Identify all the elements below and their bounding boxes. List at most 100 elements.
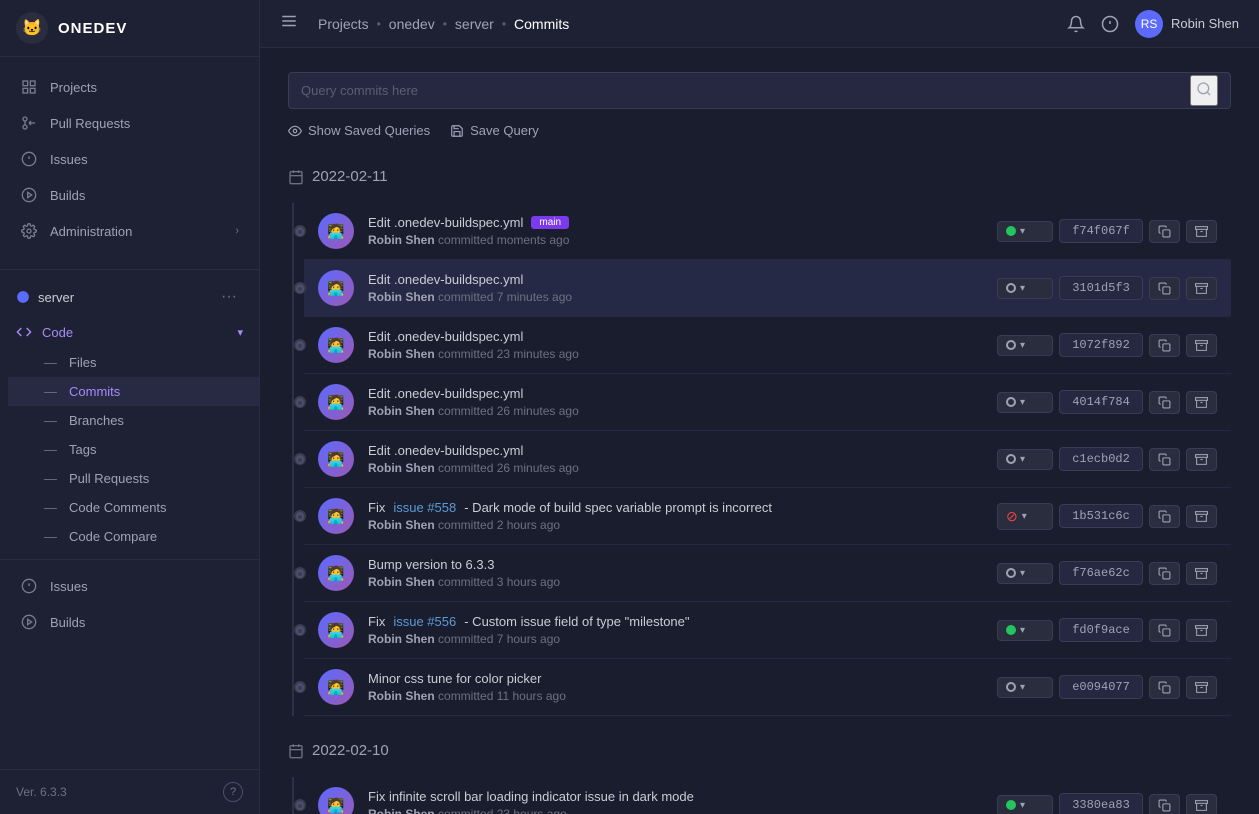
commit-title-text-10[interactable]: Fix infinite scroll bar loading indicato… <box>368 789 694 804</box>
commit-avatar-9: 🧑‍💻 <box>318 669 354 705</box>
commit-status-button-7[interactable]: ▾ <box>997 563 1053 584</box>
commit-avatar-10: 🧑‍💻 <box>318 787 354 814</box>
sidebar-item-pullrequests[interactable]: Pull Requests <box>0 105 259 141</box>
commit-status-button-6[interactable]: ⊘ ▾ <box>997 503 1053 530</box>
commit-author-8: Robin Shen <box>368 632 435 646</box>
commit-archive-button-7[interactable] <box>1186 562 1217 585</box>
commit-title-text-4[interactable]: Edit .onedev-buildspec.yml <box>368 386 523 401</box>
commit-copy-button-10[interactable] <box>1149 794 1180 814</box>
sidebar-item-builds-label: Builds <box>50 188 85 203</box>
sidebar-item-issues-bottom[interactable]: Issues <box>0 568 259 604</box>
commit-archive-button-10[interactable] <box>1186 794 1217 814</box>
commits-list-2: 🧑‍💻 Fix infinite scroll bar loading indi… <box>288 777 1231 814</box>
sidebar-item-builds-bottom[interactable]: Builds <box>0 604 259 640</box>
commit-archive-button-9[interactable] <box>1186 676 1217 699</box>
chevron-icon-9: ▾ <box>1020 682 1025 693</box>
commit-copy-button-1[interactable] <box>1149 220 1180 243</box>
commit-time-10: committed 23 hours ago <box>438 807 567 814</box>
commit-title-text-7[interactable]: Bump version to 6.3.3 <box>368 557 494 572</box>
sidebar-collapse-button[interactable] <box>280 12 298 35</box>
commit-archive-button-2[interactable] <box>1186 277 1217 300</box>
commit-status-button-4[interactable]: ▾ <box>997 392 1053 413</box>
commit-status-button-10[interactable]: ▾ <box>997 795 1053 814</box>
sidebar-item-administration[interactable]: Administration › <box>0 213 259 249</box>
commit-hash-4: 4014f784 <box>1059 390 1143 414</box>
commit-copy-button-9[interactable] <box>1149 676 1180 699</box>
username-label: Robin Shen <box>1171 16 1239 31</box>
sidebar-item-branches[interactable]: — Branches <box>8 406 259 435</box>
breadcrumb-onedev[interactable]: onedev <box>389 16 435 32</box>
commit-avatar-6: 🧑‍💻 <box>318 498 354 534</box>
commit-archive-button-5[interactable] <box>1186 448 1217 471</box>
notifications-button[interactable] <box>1067 15 1085 33</box>
breadcrumb-server[interactable]: server <box>455 16 494 32</box>
save-query-button[interactable]: Save Query <box>450 123 539 138</box>
commit-issue-link-6[interactable]: issue #558 <box>393 500 456 515</box>
sidebar-item-issues[interactable]: Issues <box>0 141 259 177</box>
sidebar-item-builds[interactable]: Builds <box>0 177 259 213</box>
commit-time-7: committed 3 hours ago <box>438 575 560 589</box>
commit-title-5: Edit .onedev-buildspec.yml <box>368 443 983 458</box>
breadcrumb-projects[interactable]: Projects <box>318 16 369 32</box>
commit-title-text-9[interactable]: Minor css tune for color picker <box>368 671 541 686</box>
help-icon[interactable]: ? <box>223 782 243 802</box>
sidebar: 🐱 ONEDEV Projects Pull Requests <box>0 0 260 814</box>
commit-avatar-3: 🧑‍💻 <box>318 327 354 363</box>
commit-title-text-1[interactable]: Edit .onedev-buildspec.yml <box>368 215 523 230</box>
commit-info-2: Edit .onedev-buildspec.yml Robin Shen co… <box>368 272 983 304</box>
search-input[interactable] <box>301 73 1190 108</box>
commit-status-button-9[interactable]: ▾ <box>997 677 1053 698</box>
sidebar-item-pullrequests-label: Pull Requests <box>50 116 130 131</box>
commit-info-3: Edit .onedev-buildspec.yml Robin Shen co… <box>368 329 983 361</box>
sidebar-branches-label: Branches <box>69 413 124 428</box>
status-indicator-5 <box>1006 454 1016 464</box>
chevron-down-icon-2: ▾ <box>1020 283 1025 294</box>
sidebar-item-projects[interactable]: Projects <box>0 69 259 105</box>
commit-copy-button-3[interactable] <box>1149 334 1180 357</box>
commit-copy-button-5[interactable] <box>1149 448 1180 471</box>
sidebar-item-codecomments[interactable]: — Code Comments <box>8 493 259 522</box>
sidebar-item-pullrequests-code[interactable]: — Pull Requests <box>8 464 259 493</box>
commit-status-button-5[interactable]: ▾ <box>997 449 1053 470</box>
commit-copy-button-8[interactable] <box>1149 619 1180 642</box>
sidebar-codecompare-label: Code Compare <box>69 529 157 544</box>
commit-item-9: 🧑‍💻 Minor css tune for color picker Robi… <box>304 659 1231 716</box>
commit-archive-button-8[interactable] <box>1186 619 1217 642</box>
commit-archive-button-4[interactable] <box>1186 391 1217 414</box>
commit-title-text-2[interactable]: Edit .onedev-buildspec.yml <box>368 272 523 287</box>
commit-title-prefix-8: Fix <box>368 614 385 629</box>
commit-status-button-1[interactable]: ▾ <box>997 221 1053 242</box>
sidebar-item-codecompare[interactable]: — Code Compare <box>8 522 259 551</box>
commit-status-button-2[interactable]: ▾ <box>997 278 1053 299</box>
commit-archive-button-1[interactable] <box>1186 220 1217 243</box>
commit-hash-2: 3101d5f3 <box>1059 276 1143 300</box>
commit-copy-button-6[interactable] <box>1149 505 1180 528</box>
sidebar-item-files[interactable]: — Files <box>8 348 259 377</box>
commit-status-button-8[interactable]: ▾ <box>997 620 1053 641</box>
commit-status-button-3[interactable]: ▾ <box>997 335 1053 356</box>
commit-avatar-2: 🧑‍💻 <box>318 270 354 306</box>
alerts-button[interactable] <box>1101 15 1119 33</box>
commit-meta-8: Robin Shen committed 7 hours ago <box>368 632 983 646</box>
commit-archive-button-6[interactable] <box>1186 505 1217 528</box>
commit-title-text-5[interactable]: Edit .onedev-buildspec.yml <box>368 443 523 458</box>
search-button[interactable] <box>1190 75 1218 106</box>
commit-title-suffix-8: - Custom issue field of type "milestone" <box>464 614 689 629</box>
commit-archive-button-3[interactable] <box>1186 334 1217 357</box>
commit-copy-button-7[interactable] <box>1149 562 1180 585</box>
show-saved-queries-button[interactable]: Show Saved Queries <box>288 123 430 138</box>
breadcrumb-sep-1: • <box>377 17 381 31</box>
sidebar-more-button[interactable]: ··· <box>215 286 243 308</box>
commit-issue-link-8[interactable]: issue #556 <box>393 614 456 629</box>
sidebar-item-commits[interactable]: — Commits <box>8 377 259 406</box>
commit-title-text-3[interactable]: Edit .onedev-buildspec.yml <box>368 329 523 344</box>
commit-title-3: Edit .onedev-buildspec.yml <box>368 329 983 344</box>
commit-copy-button-2[interactable] <box>1149 277 1180 300</box>
sidebar-item-code[interactable]: Code ▾ <box>0 316 259 348</box>
commit-copy-button-4[interactable] <box>1149 391 1180 414</box>
user-menu[interactable]: RS Robin Shen <box>1135 10 1239 38</box>
sidebar-item-tags[interactable]: — Tags <box>8 435 259 464</box>
main-area: Projects • onedev • server • Commits <box>260 0 1259 814</box>
commit-avatar-5: 🧑‍💻 <box>318 441 354 477</box>
commit-author-7: Robin Shen <box>368 575 435 589</box>
